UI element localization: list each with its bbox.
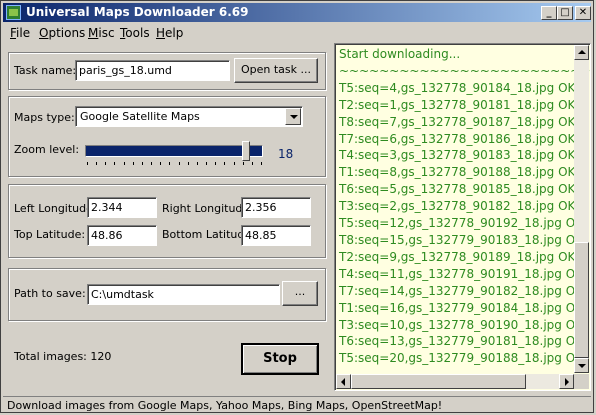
menu-tools[interactable]: Tools — [120, 26, 150, 40]
slider-tick — [234, 162, 235, 165]
zoom-slider-thumb[interactable] — [242, 141, 250, 161]
scroll-left-icon[interactable] — [336, 374, 351, 389]
log-line: ~~~~~~~~~~~~~~~~~~~~~~~~~~~~~~~~~~~ — [339, 63, 590, 78]
log-line: T4:seq=3,gs_132778_90183_18.jpg OK — [339, 148, 576, 163]
log-line: T5:seq=20,gs_132779_90188_18.jpg OK — [339, 351, 584, 366]
globe-app-icon[interactable] — [6, 5, 21, 20]
log-line: T3:seq=2,gs_132778_90182_18.jpg OK — [339, 199, 576, 214]
log-vertical-scrollbar[interactable] — [574, 45, 589, 373]
right-longitude-label: Right Longitude: — [162, 202, 253, 215]
top-latitude-label: Top Latitude: — [14, 228, 86, 241]
log-lines: Start downloading... ~~~~~~~~~~~~~~~~~~~~… — [339, 46, 590, 367]
total-images-label: Total images: 120 — [14, 350, 112, 363]
zoom-slider-track[interactable] — [85, 145, 263, 157]
browse-path-button[interactable]: ... — [282, 281, 318, 306]
stop-button[interactable]: Stop — [241, 343, 319, 375]
log-line: T8:seq=7,gs_132778_90187_18.jpg OK — [339, 114, 576, 129]
log-line: T1:seq=8,gs_132778_90188_18.jpg OK — [339, 165, 576, 180]
slider-tick — [215, 162, 216, 165]
vertical-scroll-thumb[interactable] — [574, 242, 589, 358]
open-task-button[interactable]: Open task ... — [234, 58, 318, 83]
maps-type-select[interactable]: Google Satellite Maps — [75, 106, 303, 127]
slider-tick — [142, 162, 143, 165]
slider-tick — [96, 162, 97, 165]
slider-tick — [188, 162, 189, 165]
slider-tick — [169, 162, 170, 165]
log-line: T5:seq=12,gs_132778_90192_18.jpg OK — [339, 216, 584, 231]
log-horizontal-scrollbar[interactable] — [336, 374, 574, 389]
slider-tick — [87, 162, 88, 165]
slider-tick — [179, 162, 180, 165]
zoom-level-value: 18 — [278, 147, 294, 161]
path-to-save-label: Path to save: — [14, 287, 86, 300]
slider-tick — [133, 162, 134, 165]
slider-tick — [151, 162, 152, 165]
log-line: T6:seq=13,gs_132779_90181_18.jpg OK — [339, 334, 584, 349]
menu-options[interactable]: Options — [39, 26, 85, 40]
slider-tick — [252, 162, 253, 165]
minimize-icon[interactable]: _ — [541, 6, 557, 20]
zoom-slider-ticks — [87, 162, 262, 166]
menu-misc[interactable]: Misc — [88, 26, 115, 40]
menu-help[interactable]: Help — [156, 26, 183, 40]
slider-tick — [114, 162, 115, 165]
maps-type-value: Google Satellite Maps — [80, 110, 200, 123]
maps-type-label: Maps type: — [14, 111, 75, 124]
status-text: Download images from Google Maps, Yahoo … — [7, 399, 443, 412]
bottom-latitude-input[interactable]: 48.85 — [241, 225, 311, 246]
scroll-right-icon[interactable] — [559, 374, 574, 389]
right-longitude-input[interactable]: 2.356 — [241, 197, 311, 218]
log-line: T7:seq=6,gs_132778_90186_18.jpg OK — [339, 131, 576, 146]
slider-tick — [124, 162, 125, 165]
slider-tick — [243, 162, 244, 165]
log-line: T5:seq=4,gs_132778_90184_18.jpg OK — [339, 80, 576, 95]
log-line: T2:seq=1,gs_132778_90181_18.jpg OK — [339, 97, 576, 112]
log-line: T8:seq=15,gs_132779_90183_18.jpg OK — [339, 232, 584, 247]
zoom-level-label: Zoom level: — [14, 143, 80, 156]
horizontal-scroll-thumb[interactable] — [351, 374, 526, 389]
scroll-up-icon[interactable] — [574, 45, 589, 60]
download-log[interactable]: Start downloading... ~~~~~~~~~~~~~~~~~~~~… — [334, 43, 591, 391]
task-name-label: Task name: — [14, 64, 77, 77]
log-line: T3:seq=10,gs_132778_90190_18.jpg OK — [339, 317, 584, 332]
left-longitude-input[interactable]: 2.344 — [87, 197, 157, 218]
path-to-save-input[interactable]: C:\umdtask — [87, 284, 280, 305]
close-icon[interactable]: ✕ — [575, 6, 591, 20]
slider-tick — [197, 162, 198, 165]
slider-tick — [160, 162, 161, 165]
slider-tick — [206, 162, 207, 165]
slider-tick — [224, 162, 225, 165]
log-line: T1:seq=16,gs_132779_90184_18.jpg OK — [339, 300, 584, 315]
task-name-input[interactable]: paris_gs_18.umd — [75, 60, 230, 81]
main-window: Universal Maps Downloader 6.69 _ □ ✕ Fil… — [0, 0, 594, 413]
status-bar: Download images from Google Maps, Yahoo … — [3, 396, 591, 412]
log-line: T6:seq=5,gs_132778_90185_18.jpg OK — [339, 182, 576, 197]
menu-file[interactable]: File — [10, 26, 30, 40]
log-line: T7:seq=14,gs_132779_90182_18.jpg OK — [339, 283, 584, 298]
maximize-icon[interactable]: □ — [557, 6, 573, 20]
slider-tick — [105, 162, 106, 165]
left-longitude-label: Left Longitude: — [14, 202, 97, 215]
scroll-down-icon[interactable] — [574, 358, 589, 373]
log-line: T2:seq=9,gs_132778_90189_18.jpg OK — [339, 249, 576, 264]
menu-bar: File Options Misc Tools Help — [3, 24, 591, 42]
title-bar[interactable]: Universal Maps Downloader 6.69 _ □ ✕ — [3, 3, 591, 22]
scrollbar-corner — [574, 374, 589, 389]
log-line: T4:seq=11,gs_132778_90191_18.jpg OK — [339, 266, 584, 281]
slider-tick — [261, 162, 262, 165]
log-line: Start downloading... — [339, 47, 461, 61]
window-title: Universal Maps Downloader 6.69 — [26, 5, 249, 19]
top-latitude-input[interactable]: 48.86 — [87, 225, 157, 246]
chevron-down-icon[interactable] — [285, 108, 301, 125]
coordinates-frame — [8, 184, 326, 258]
